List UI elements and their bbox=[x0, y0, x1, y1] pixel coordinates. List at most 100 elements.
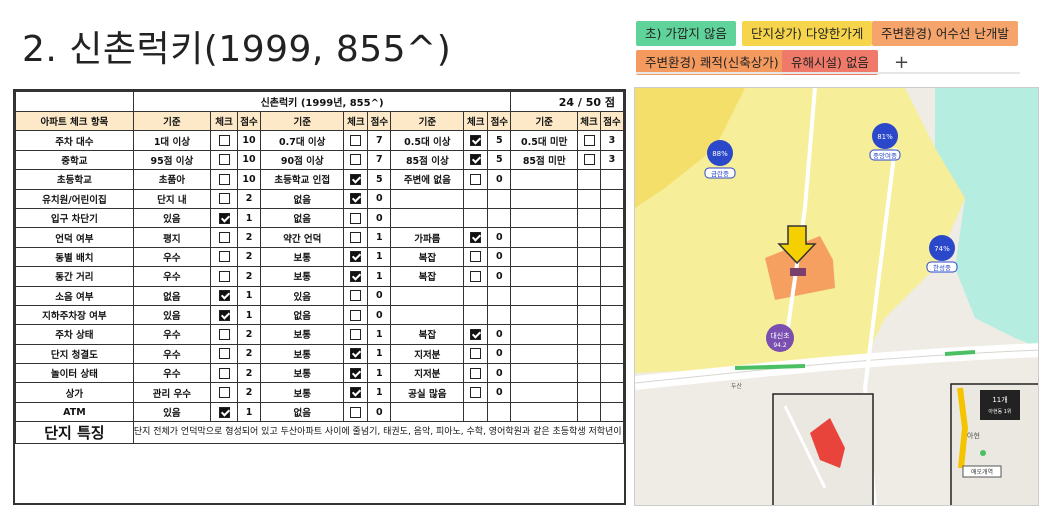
unchecked-checkbox[interactable] bbox=[350, 232, 362, 244]
unchecked-checkbox[interactable] bbox=[470, 367, 482, 379]
tag-elementary[interactable]: 초) 가깝지 않음 bbox=[636, 21, 736, 46]
header-criteria-1: 기준 bbox=[132, 110, 211, 132]
checklist-row: 상가 관리 우수 2 보통 1 공실 많음 0 bbox=[15, 382, 625, 403]
unchecked-checkbox[interactable] bbox=[218, 154, 230, 166]
row-item-label: 놀이터 상태 bbox=[15, 363, 134, 384]
empty-cell bbox=[577, 401, 601, 423]
check-cell bbox=[343, 382, 369, 403]
unchecked-checkbox[interactable] bbox=[470, 270, 482, 282]
unchecked-checkbox[interactable] bbox=[218, 232, 230, 244]
unchecked-checkbox[interactable] bbox=[350, 290, 362, 302]
points-cell: 5 bbox=[367, 169, 392, 190]
subway-line bbox=[734, 364, 806, 370]
points-cell: 0 bbox=[487, 227, 512, 248]
unchecked-checkbox[interactable] bbox=[218, 387, 230, 399]
points-cell: 0 bbox=[367, 188, 392, 209]
points-cell: 1 bbox=[367, 363, 392, 384]
unchecked-checkbox[interactable] bbox=[470, 251, 482, 263]
location-map[interactable]: 88% 금란중 81% 중앙여중 74% 한성중 대신초 94.2 11개 아현… bbox=[634, 87, 1039, 506]
points-cell: 1 bbox=[237, 207, 262, 229]
criteria-cell: 없음 bbox=[260, 207, 345, 229]
checked-checkbox[interactable] bbox=[350, 251, 362, 263]
points-cell: 0 bbox=[367, 285, 392, 306]
unchecked-checkbox[interactable] bbox=[218, 328, 230, 340]
checked-checkbox[interactable] bbox=[350, 387, 362, 399]
unchecked-checkbox[interactable] bbox=[218, 173, 230, 185]
points-cell: 1 bbox=[367, 266, 392, 287]
school-marker-3[interactable]: 74% 한성중 bbox=[926, 235, 958, 273]
empty-cell bbox=[487, 207, 512, 229]
unchecked-checkbox[interactable] bbox=[218, 193, 230, 205]
empty-cell bbox=[510, 266, 579, 287]
complex-label-chip bbox=[790, 268, 806, 276]
checklist-row: 지하주차장 여부 있음 1 없음 0 bbox=[15, 304, 625, 326]
unchecked-checkbox[interactable] bbox=[218, 348, 230, 360]
row-item-label: 단지 청결도 bbox=[15, 343, 134, 365]
checked-checkbox[interactable] bbox=[350, 173, 362, 185]
unchecked-checkbox[interactable] bbox=[218, 135, 230, 147]
unchecked-checkbox[interactable] bbox=[350, 309, 362, 321]
complex-title: 신촌럭키 (1999년, 855^) bbox=[132, 91, 512, 112]
checked-checkbox[interactable] bbox=[350, 270, 362, 282]
checked-checkbox[interactable] bbox=[350, 348, 362, 360]
unchecked-checkbox[interactable] bbox=[350, 406, 362, 418]
unchecked-checkbox[interactable] bbox=[350, 328, 362, 340]
station-marker[interactable]: 대신초 94.2 bbox=[766, 324, 794, 352]
station-marker-sub: 94.2 bbox=[773, 342, 787, 349]
row-item-label: 동간 거리 bbox=[15, 266, 134, 287]
page-title: 2. 신촌럭키(1999, 855^) bbox=[22, 29, 452, 70]
tag-complex-shops[interactable]: 단지상가) 다양한가게 bbox=[742, 21, 873, 46]
checked-checkbox[interactable] bbox=[470, 328, 482, 340]
unchecked-checkbox[interactable] bbox=[583, 135, 595, 147]
unchecked-checkbox[interactable] bbox=[350, 154, 362, 166]
criteria-cell: 복잡 bbox=[390, 266, 465, 287]
checked-checkbox[interactable] bbox=[218, 212, 230, 224]
empty-cell bbox=[510, 382, 579, 403]
empty-cell bbox=[463, 304, 489, 326]
checklist-row: 입구 차단기 있음 1 없음 0 bbox=[15, 207, 625, 229]
unchecked-checkbox[interactable] bbox=[470, 387, 482, 399]
checklist-row: 소음 여부 없음 1 있음 0 bbox=[15, 285, 625, 306]
checked-checkbox[interactable] bbox=[218, 406, 230, 418]
title-spacer bbox=[15, 91, 134, 112]
check-cell bbox=[343, 343, 369, 365]
criteria-cell: 보통 bbox=[260, 266, 345, 287]
unchecked-checkbox[interactable] bbox=[218, 251, 230, 263]
minimap-inset-right: 11개 아현동 1위 아현 애오개역 bbox=[950, 383, 1038, 505]
unchecked-checkbox[interactable] bbox=[470, 348, 482, 360]
unchecked-checkbox[interactable] bbox=[470, 173, 482, 185]
check-cell bbox=[343, 363, 369, 384]
checked-checkbox[interactable] bbox=[470, 232, 482, 244]
points-cell: 10 bbox=[237, 130, 262, 151]
unchecked-checkbox[interactable] bbox=[350, 135, 362, 147]
points-cell: 2 bbox=[237, 246, 262, 268]
unchecked-checkbox[interactable] bbox=[218, 270, 230, 282]
empty-cell bbox=[510, 363, 579, 384]
header-points-4: 점수 bbox=[599, 110, 625, 132]
points-cell: 0 bbox=[487, 343, 512, 365]
school-marker-1[interactable]: 88% 금란중 bbox=[704, 140, 736, 179]
unchecked-checkbox[interactable] bbox=[583, 154, 595, 166]
check-cell bbox=[209, 382, 239, 403]
check-cell bbox=[209, 188, 239, 209]
empty-cell bbox=[577, 324, 601, 345]
school-marker-2[interactable]: 81% 중앙여중 bbox=[869, 123, 901, 161]
school-marker-1-pct: 88% bbox=[712, 150, 728, 158]
points-cell: 1 bbox=[367, 227, 392, 248]
unchecked-checkbox[interactable] bbox=[350, 212, 362, 224]
checked-checkbox[interactable] bbox=[350, 367, 362, 379]
header-criteria-4: 기준 bbox=[510, 110, 579, 132]
header-check-1: 체크 bbox=[209, 110, 239, 132]
tag-environment-messy[interactable]: 주변환경) 어수선 난개발 bbox=[872, 21, 1018, 46]
criteria-cell: 우수 bbox=[132, 246, 211, 268]
unchecked-checkbox[interactable] bbox=[218, 367, 230, 379]
points-cell: 3 bbox=[599, 149, 625, 171]
points-cell: 2 bbox=[237, 266, 262, 287]
checked-checkbox[interactable] bbox=[470, 135, 482, 147]
checked-checkbox[interactable] bbox=[350, 193, 362, 205]
criteria-cell: 우수 bbox=[132, 266, 211, 287]
checked-checkbox[interactable] bbox=[218, 290, 230, 302]
checked-checkbox[interactable] bbox=[470, 154, 482, 166]
checked-checkbox[interactable] bbox=[218, 309, 230, 321]
criteria-cell: 있음 bbox=[260, 285, 345, 306]
